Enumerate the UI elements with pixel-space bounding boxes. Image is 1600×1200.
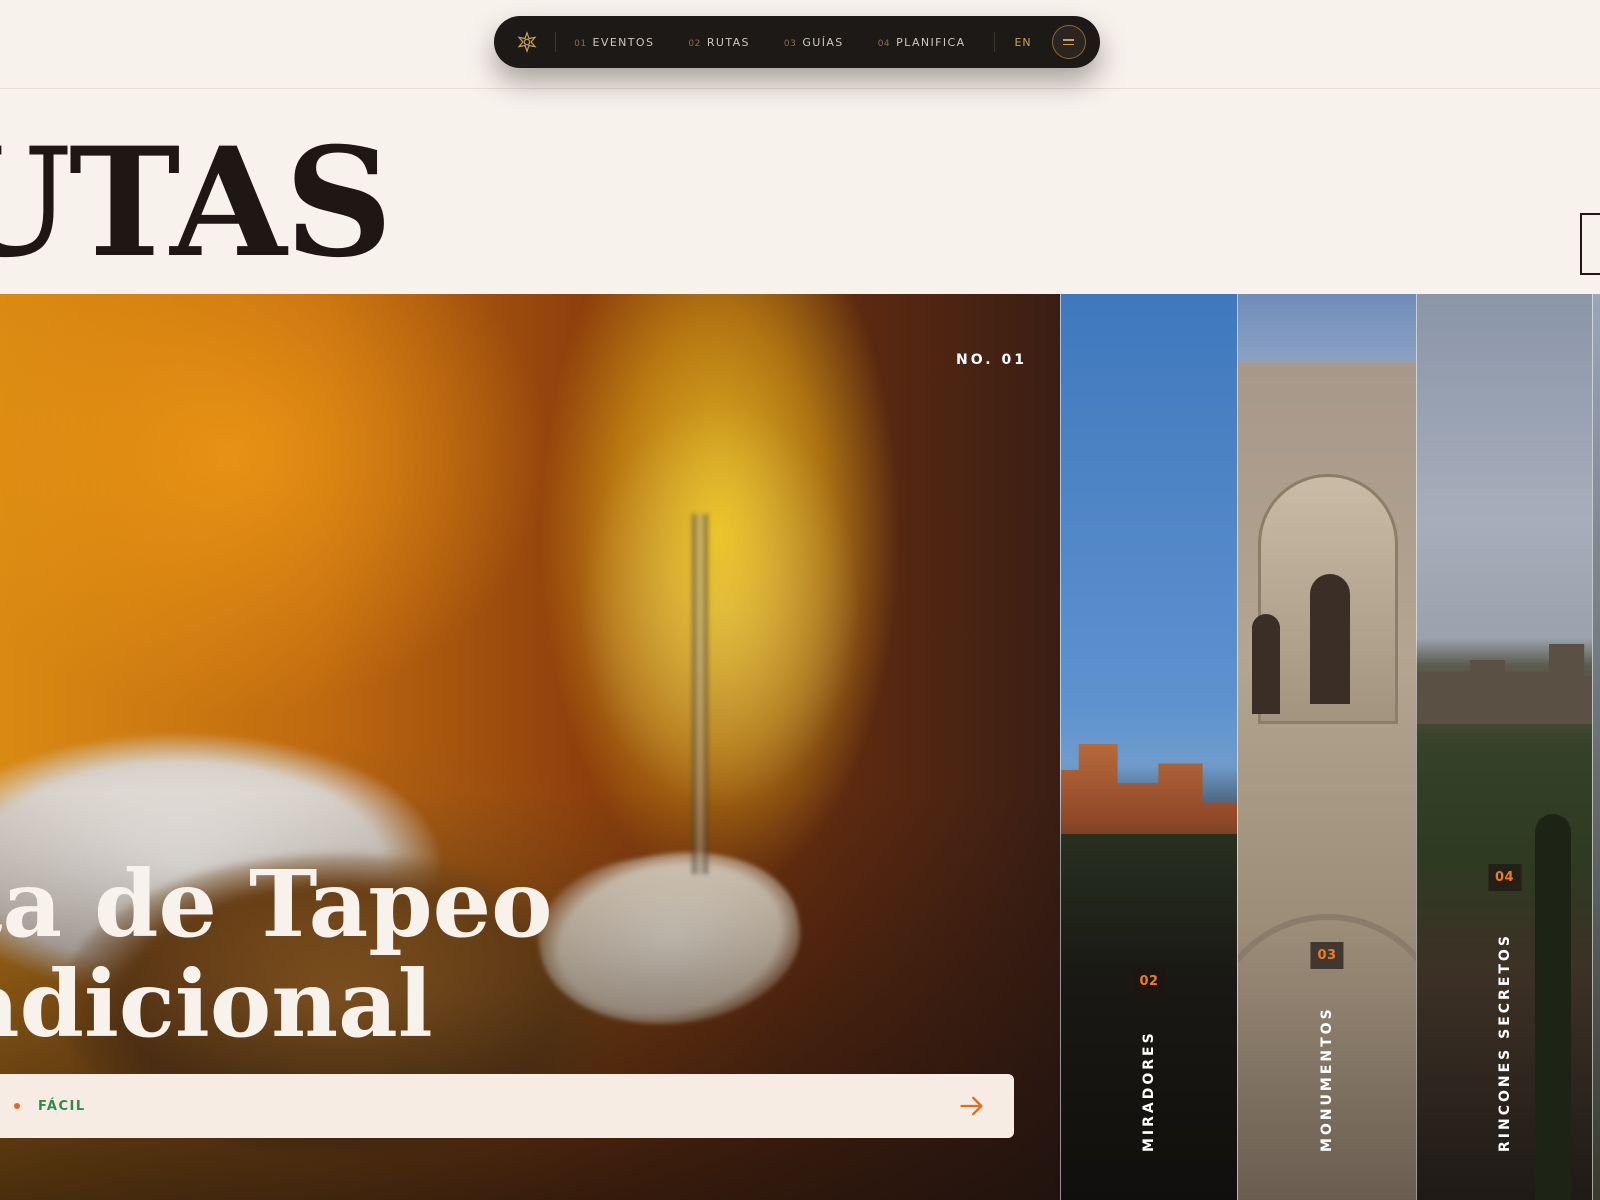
route-strip-rincones-secretos[interactable]: 04 RINCONES SECRETOS: [1416, 294, 1592, 1200]
star-logo-icon[interactable]: [514, 28, 539, 56]
route-strip-number: 03: [1310, 942, 1344, 969]
route-strip-next[interactable]: [1592, 294, 1600, 1200]
difficulty-dot-icon: [14, 1103, 20, 1109]
route-strip-label: RINCONES SECRETOS: [1496, 933, 1513, 1152]
menu-icon[interactable]: [1051, 25, 1087, 59]
strip-photo-bell: [1310, 574, 1350, 704]
nav-divider: [993, 32, 995, 52]
page-title: UTAS: [0, 115, 393, 291]
featured-route-card[interactable]: NO. 01 ta de Tapeo adicional FÁCIL: [0, 294, 1060, 1200]
route-title-line: adicional: [0, 950, 433, 1058]
arrow-right-icon[interactable]: [958, 1092, 986, 1120]
route-strip-miradores[interactable]: 02 MIRADORES: [1060, 294, 1237, 1200]
route-strip-number: 02: [1132, 968, 1166, 995]
language-switch[interactable]: EN: [1014, 36, 1031, 49]
main-nav: 01 EVENTOS 02 RUTAS 03 GUÍAS 04 PLANIFIC…: [494, 16, 1100, 68]
route-strip-monumentos[interactable]: 03 MONUMENTOS: [1237, 294, 1416, 1200]
header-divider: [0, 88, 1600, 89]
route-strip-label: MIRADORES: [1141, 1030, 1157, 1152]
edge-control[interactable]: [1580, 213, 1600, 275]
route-strip-number: 04: [1487, 864, 1522, 891]
nav-item-eventos[interactable]: 01 EVENTOS: [574, 36, 654, 49]
nav-item-rutas[interactable]: 02 RUTAS: [688, 36, 750, 49]
strip-photo-cypress: [1535, 814, 1571, 1200]
route-strip-label: MONUMENTOS: [1319, 1006, 1335, 1152]
difficulty-label: FÁCIL: [38, 1098, 86, 1114]
strip-photo-walls: [1417, 644, 1592, 724]
nav-divider: [555, 32, 557, 52]
hero-overlay: [0, 294, 1060, 1200]
route-title-line: ta de Tapeo: [0, 850, 553, 958]
nav-item-planifica[interactable]: 04 PLANIFICA: [878, 36, 966, 49]
route-number: NO. 01: [956, 352, 1027, 368]
strip-photo-bell: [1252, 614, 1280, 714]
route-title: ta de Tapeo adicional: [0, 854, 553, 1054]
nav-item-guias[interactable]: 03 GUÍAS: [784, 36, 844, 49]
route-info-bar[interactable]: FÁCIL: [0, 1074, 1014, 1138]
